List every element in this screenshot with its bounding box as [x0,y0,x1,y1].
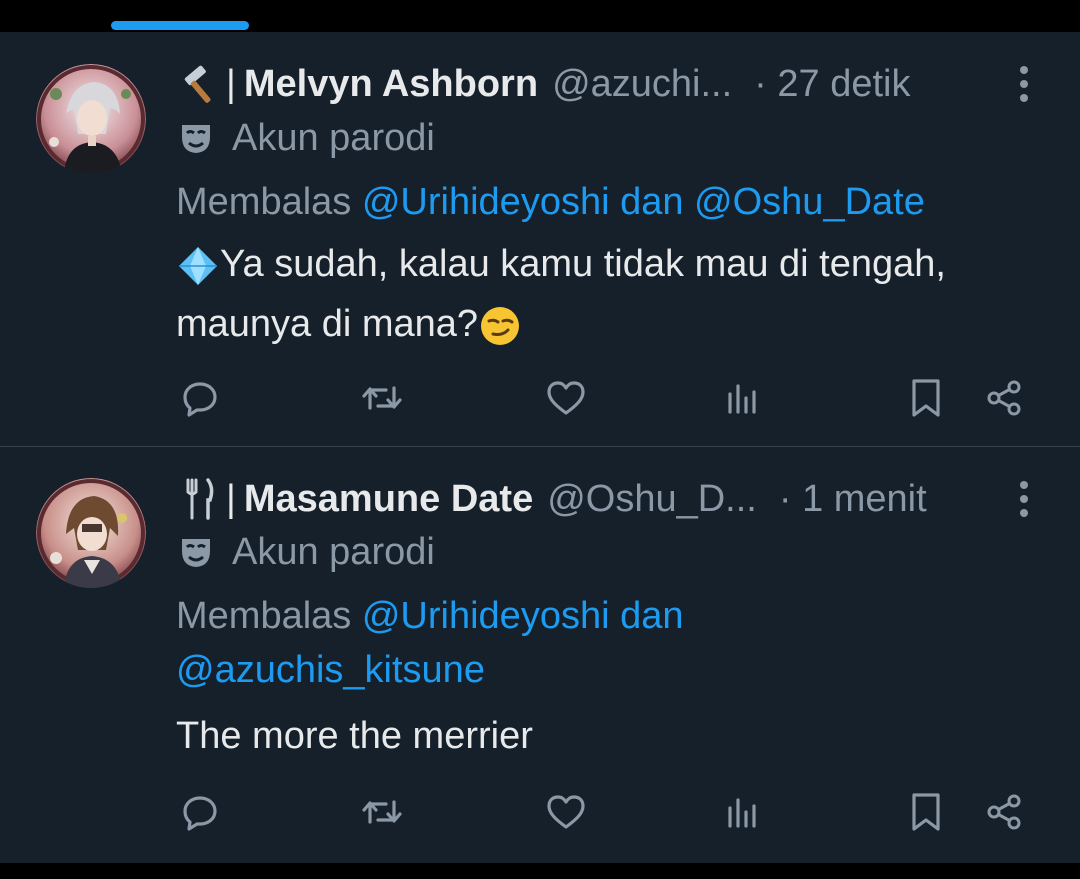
tweet-header: | Melvyn Ashborn @azuchi... · 27 detik [176,60,910,108]
top-bar [0,0,1080,32]
timestamp[interactable]: · 1 menit [779,478,927,521]
avatar[interactable] [36,478,146,588]
reply-context: Membalas @Urihideyoshi dan @Oshu_Date [176,175,1056,229]
tweet-body: The more the merrier [176,715,533,757]
bookmark-icon[interactable] [902,788,950,836]
name-separator: | [226,477,236,520]
like-icon[interactable] [542,374,590,422]
reply-mentions[interactable]: @Urihideyoshi dan @Oshu_Date [362,181,925,223]
share-icon[interactable] [980,788,1028,836]
tweet-actions [176,788,1056,836]
tweet[interactable]: | Melvyn Ashborn @azuchi... · 27 detik A… [0,32,1080,447]
tweet-header: | Masamune Date @Oshu_D... · 1 menit [176,475,927,523]
reply-prefix: Membalas [176,595,352,637]
user-handle[interactable]: @Oshu_D... [547,478,757,521]
gem-icon [176,244,220,288]
reply-icon[interactable] [176,374,224,422]
reply-mention[interactable]: @azuchis_kitsune [176,649,485,691]
theater-mask-icon [176,118,216,158]
theater-mask-icon [176,532,216,572]
views-icon[interactable] [718,788,766,836]
reply-icon[interactable] [176,788,224,836]
parody-label-text: Akun parodi [232,530,435,573]
parody-label: Akun parodi [176,114,435,162]
active-tab-indicator [111,21,249,30]
smirk-emoji-icon [478,304,522,348]
tweet-feed[interactable]: | Melvyn Ashborn @azuchi... · 27 detik A… [0,32,1080,864]
retweet-icon[interactable] [358,788,406,836]
tweet-body: Ya sudah, kalau kamu tidak mau di tengah… [176,243,946,345]
bottom-bar [0,863,1080,879]
tweet-actions [176,374,1056,422]
display-name[interactable]: Masamune Date [244,478,533,521]
timestamp[interactable]: · 27 detik [754,63,910,106]
views-icon[interactable] [718,374,766,422]
reply-prefix: Membalas [176,181,352,223]
reply-context: Membalas @Urihideyoshi dan @azuchis_kits… [176,589,1056,697]
name-separator: | [226,62,236,105]
more-options-icon[interactable] [1008,475,1040,523]
share-icon[interactable] [980,374,1028,422]
hammer-icon [176,61,222,107]
parody-label: Akun parodi [176,528,435,576]
more-options-icon[interactable] [1008,60,1040,108]
bookmark-icon[interactable] [902,374,950,422]
user-handle[interactable]: @azuchi... [552,63,732,106]
reply-mention[interactable]: @Urihideyoshi dan [362,595,684,637]
tweet-text: The more the merrier [176,706,1056,766]
tweet-text: Ya sudah, kalau kamu tidak mau di tengah… [176,234,1056,354]
display-name[interactable]: Melvyn Ashborn [244,63,538,106]
parody-label-text: Akun parodi [232,116,435,159]
like-icon[interactable] [542,788,590,836]
avatar[interactable] [36,64,146,174]
fork-knife-icon [176,476,222,522]
retweet-icon[interactable] [358,374,406,422]
tweet[interactable]: | Masamune Date @Oshu_D... · 1 menit Aku… [0,447,1080,864]
